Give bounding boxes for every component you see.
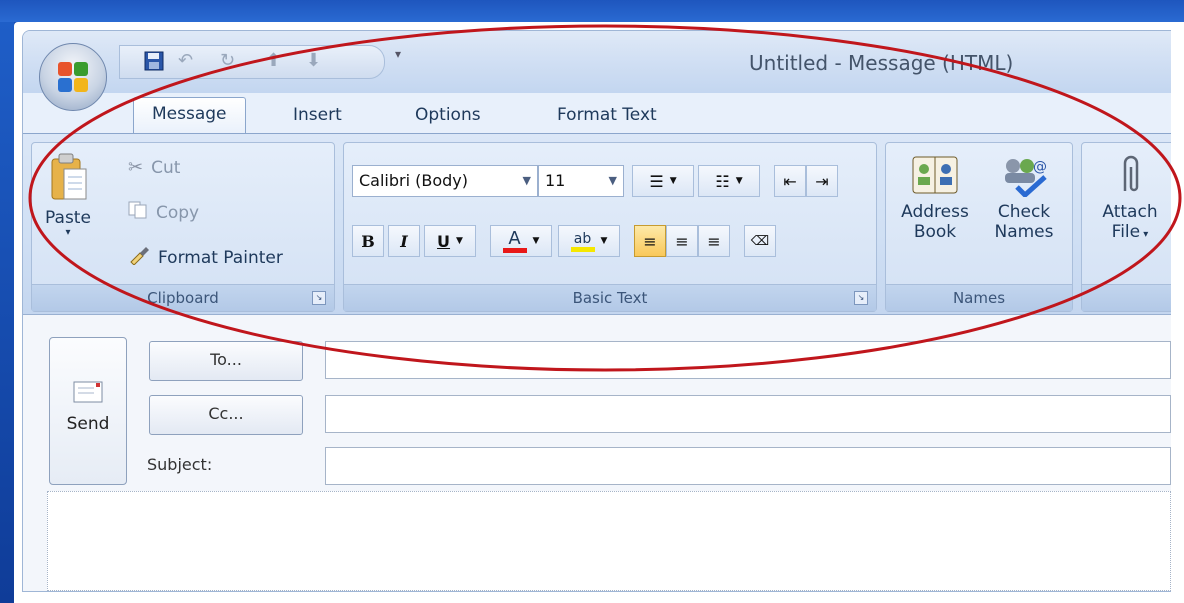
background-top-band [0,0,1184,22]
tab-options[interactable]: Options [415,105,481,125]
address-book-button[interactable]: Address Book [892,153,978,242]
underline-glyph: U [437,231,451,251]
subject-label: Subject: [147,455,213,474]
include-group: Attach File ▾ [1081,142,1171,312]
customize-qat-button[interactable]: ▾ [395,47,401,61]
scissors-icon: ✂ [128,157,144,178]
tab-format-text[interactable]: Format Text [557,105,657,125]
decrease-indent-icon: ⇤ [783,171,797,191]
paintbrush-icon [128,245,150,270]
copy-label: Copy [156,202,200,223]
tab-message[interactable]: Message [133,97,246,133]
chevron-down-icon: ▼ [608,174,617,187]
cut-button[interactable]: ✂ Cut [128,157,180,178]
bold-button[interactable]: B [352,225,384,257]
decrease-indent-button[interactable]: ⇤ [774,165,806,197]
increase-indent-button[interactable]: ⇥ [806,165,838,197]
align-left-icon: ≡ [643,231,657,251]
office-button[interactable] [39,43,107,111]
tab-insert[interactable]: Insert [293,105,342,125]
previous-item-icon[interactable]: ⬆ [266,51,281,71]
to-button[interactable]: To... [149,341,303,381]
outlook-message-window: ↶ ↻ ⬆ ⬇ ▾ Untitled - Message (HTML) Mess… [22,30,1171,592]
paste-label: Paste [45,208,91,228]
cc-field[interactable] [325,395,1171,433]
send-button[interactable]: Send [49,337,127,485]
copy-icon [128,201,148,224]
send-envelope-icon [73,381,103,403]
align-center-button[interactable]: ≡ [666,225,698,257]
align-left-button[interactable]: ≡ [634,225,666,257]
paste-dropdown-icon: ▾ [65,227,71,238]
numbering-button[interactable]: ☷ ▼ [698,165,760,197]
basic-text-dialog-launcher[interactable]: ↘ [854,291,868,305]
highlight-icon: ab [570,231,595,252]
align-right-icon: ≡ [707,231,721,251]
highlight-button[interactable]: ab ▼ [558,225,620,257]
basic-text-group-label: Basic Text [344,284,876,311]
message-body[interactable] [47,491,1171,591]
check-names-label-line1: Check [997,202,1051,222]
format-painter-button[interactable]: Format Painter [128,245,283,270]
font-color-button[interactable]: A ▼ [490,225,552,257]
message-form: Send To... Cc... Subject: [23,315,1171,591]
paperclip-icon [1123,155,1139,192]
bullets-icon: ☰ [649,171,664,191]
font-size-value: 11 [545,171,566,190]
font-size-combo[interactable]: 11 ▼ [538,165,624,197]
clipboard-dialog-launcher[interactable]: ↘ [312,291,326,305]
names-group: Address Book @ Check Names Names [885,142,1073,312]
quick-access-toolbar: ↶ ↻ ⬆ ⬇ [119,45,385,79]
basic-text-group: Calibri (Body) ▼ 11 ▼ ☰ ▼ ☷ ▼ ⇤ ⇥ B I U ▼ [343,142,877,312]
align-right-button[interactable]: ≡ [698,225,730,257]
undo-icon[interactable]: ↶ [178,51,193,71]
attach-file-label-line1: Attach [1102,202,1158,222]
send-label: Send [66,414,110,434]
font-name-combo[interactable]: Calibri (Body) ▼ [352,165,538,197]
window-title: Untitled - Message (HTML) [749,51,1014,75]
paste-icon [51,153,87,200]
address-book-icon [912,156,958,194]
attach-file-button[interactable]: Attach File ▾ [1088,153,1171,245]
office-logo-icon [58,62,88,92]
svg-text:@: @ [1033,159,1047,175]
cut-label: Cut [151,157,181,178]
paste-button[interactable]: Paste ▾ [38,151,98,238]
include-group-label [1082,284,1171,311]
address-book-label-line1: Address [901,202,969,222]
background-left-band [0,0,14,603]
clipboard-group-label: Clipboard [32,284,334,311]
next-item-icon[interactable]: ⬇ [306,51,321,71]
cc-button[interactable]: Cc... [149,395,303,435]
numbering-icon: ☷ [715,171,730,191]
clear-formatting-button[interactable]: ⌫ [744,225,776,257]
clipboard-group: Paste ▾ ✂ Cut Copy Format Painter Clipbo… [31,142,335,312]
chevron-down-icon: ▼ [522,174,531,187]
align-center-icon: ≡ [675,231,689,251]
eraser-icon: ⌫ [750,233,770,249]
address-book-label-line2: Book [913,222,957,242]
font-name-value: Calibri (Body) [359,171,469,190]
font-color-icon: A [502,229,527,253]
underline-button[interactable]: U ▼ [424,225,476,257]
check-names-button[interactable]: @ Check Names [982,153,1066,242]
attach-file-label-line2: File ▾ [1111,222,1149,242]
italic-button[interactable]: I [388,225,420,257]
names-group-label: Names [886,284,1072,311]
ribbon: Paste ▾ ✂ Cut Copy Format Painter Clipbo… [23,133,1171,315]
check-names-icon: @ [1005,159,1047,199]
check-names-label-line2: Names [994,222,1054,242]
subject-field[interactable] [325,447,1171,485]
to-field[interactable] [325,341,1171,379]
copy-button[interactable]: Copy [128,201,199,224]
bullets-button[interactable]: ☰ ▼ [632,165,694,197]
increase-indent-icon: ⇥ [815,171,829,191]
save-icon[interactable] [144,51,164,76]
title-bar: ↶ ↻ ⬆ ⬇ ▾ Untitled - Message (HTML) [23,31,1171,93]
redo-icon[interactable]: ↻ [220,51,235,71]
format-painter-label: Format Painter [158,247,283,268]
